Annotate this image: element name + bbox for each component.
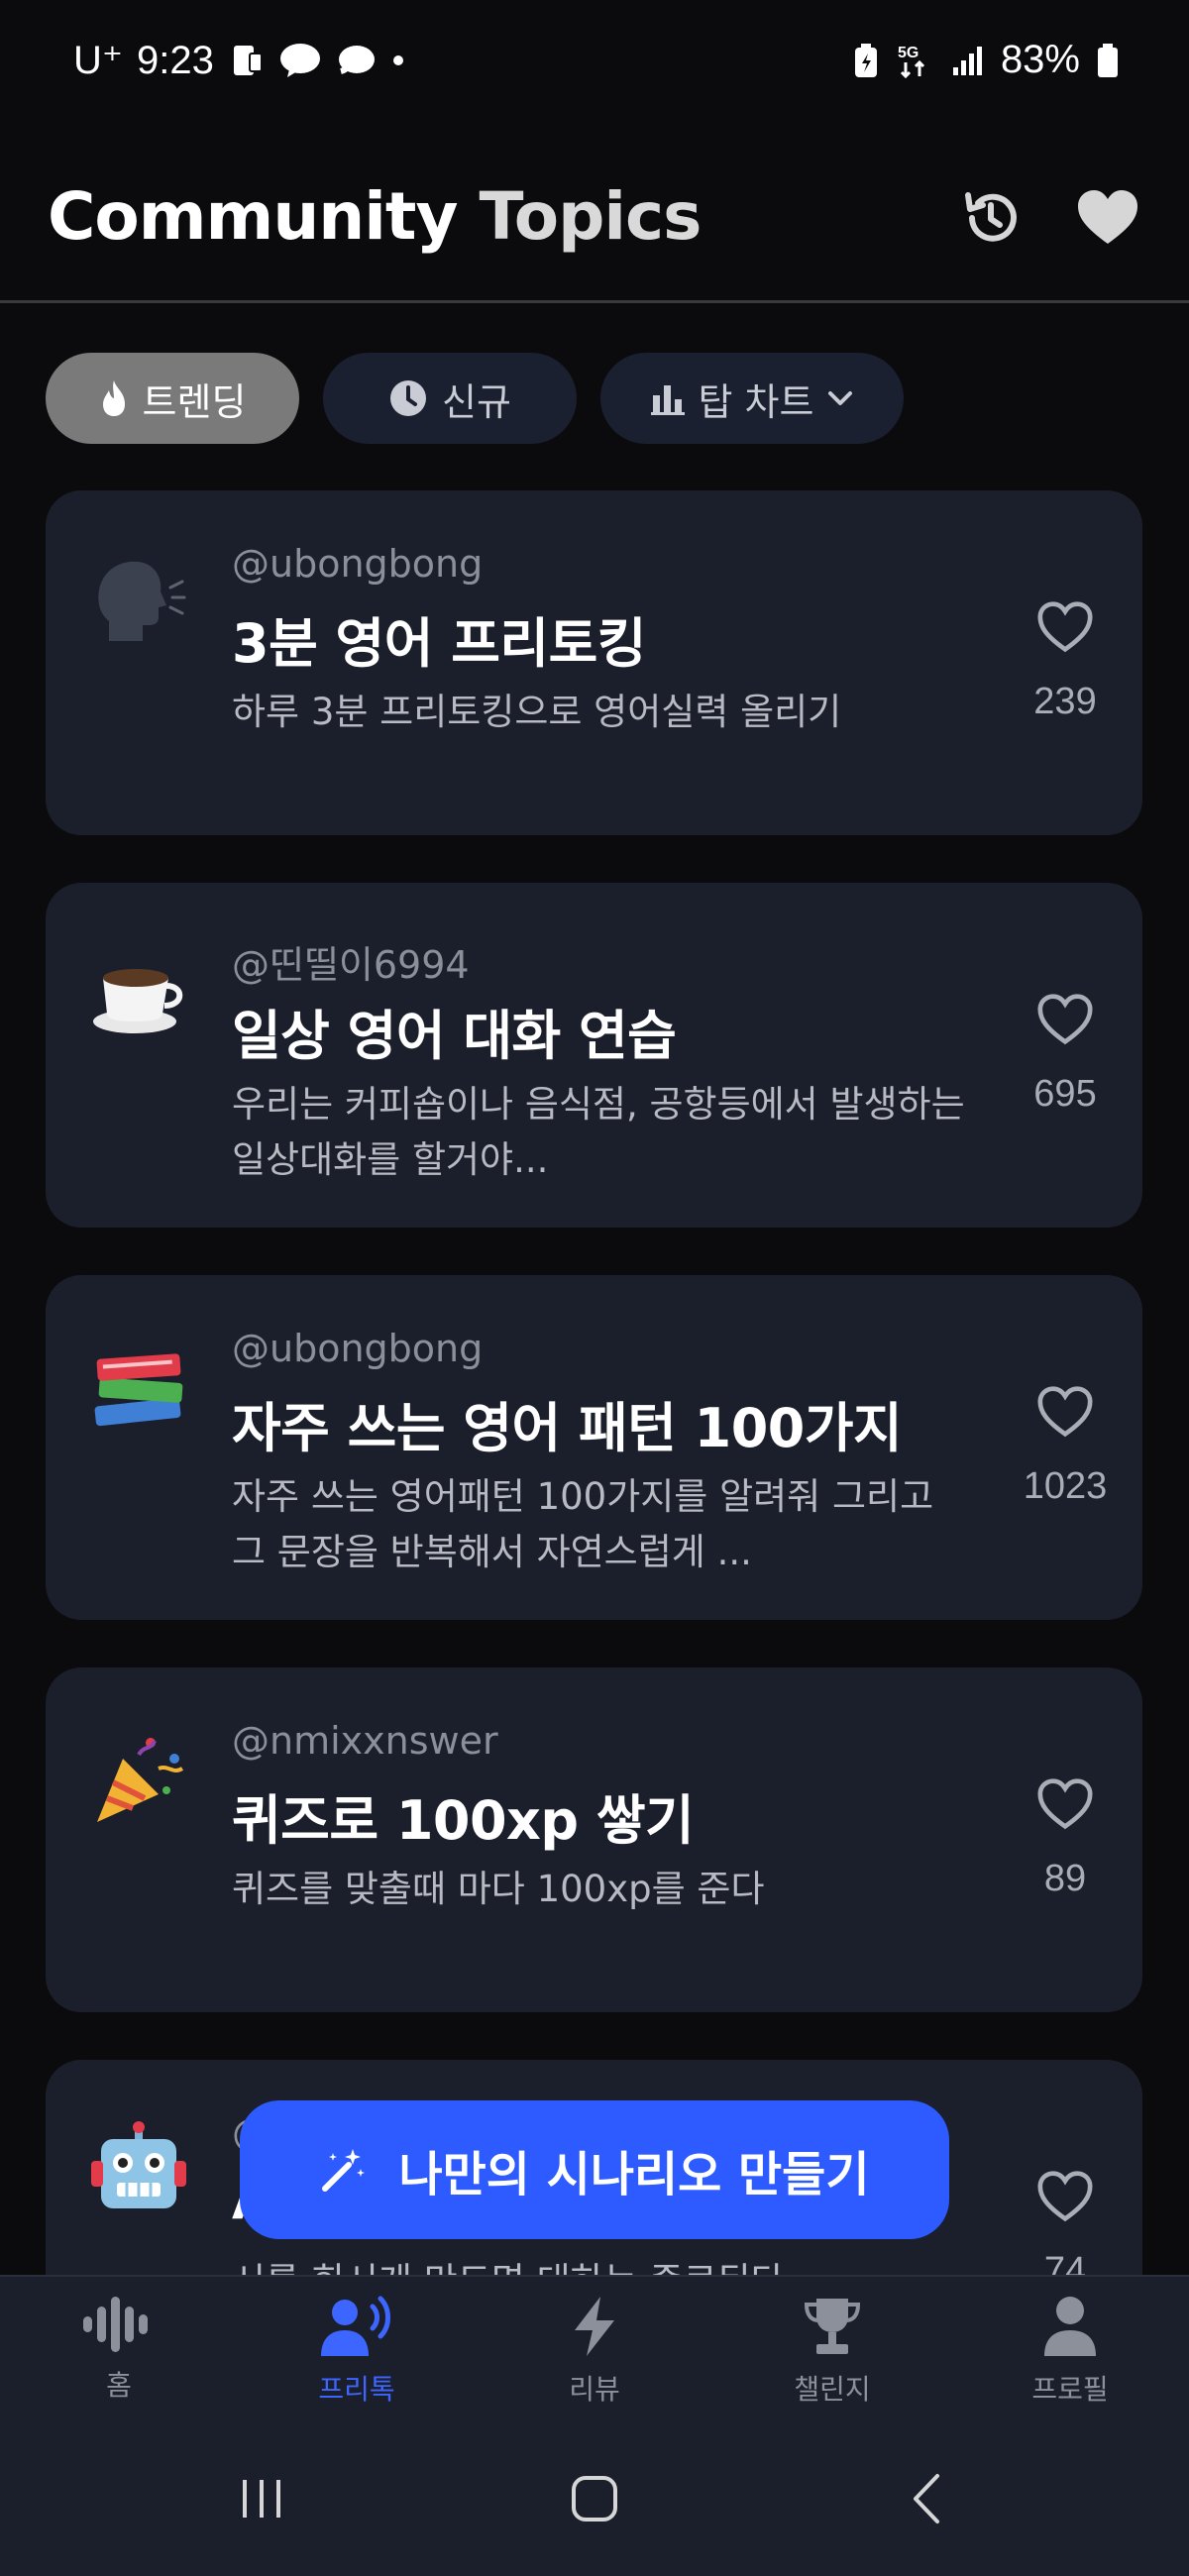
person-icon <box>1044 2297 1096 2356</box>
system-nav-bar <box>0 2421 1189 2576</box>
topic-title: 자주 쓰는 영어 패턴 100가지 <box>232 1397 903 1459</box>
recent-apps-button[interactable] <box>222 2467 301 2530</box>
history-icon <box>965 192 1017 242</box>
heart-outline-icon <box>1037 1778 1093 1830</box>
nav-item-challenge[interactable]: 챌린지 <box>753 2295 912 2408</box>
status-right: 5G 83% <box>852 38 1120 82</box>
topic-description: 자주 쓰는 영어패턴 100가지를 알려줘 그리고 그 문장을 반복해서 자연스… <box>232 1475 934 1573</box>
thread-message-icon <box>335 42 377 79</box>
nav-label: 프리톡 <box>318 2373 395 2406</box>
history-button[interactable] <box>953 180 1028 256</box>
carrier-label: U⁺ <box>73 39 123 82</box>
speaking-head-icon <box>89 552 188 651</box>
nav-item-freetalk[interactable]: 프리톡 <box>277 2295 436 2408</box>
speaking-person-icon <box>321 2296 390 2356</box>
status-left: U⁺ 9:23 <box>73 38 406 83</box>
like-count: 695 <box>1033 1073 1097 1115</box>
back-button[interactable] <box>888 2467 967 2530</box>
app-header: Community Topics <box>0 129 1189 303</box>
create-scenario-button[interactable]: 나만의 시나리오 만들기 <box>240 2100 949 2239</box>
topic-author[interactable]: @nmixxnswer <box>232 1719 498 1763</box>
recent-apps-icon <box>243 2480 280 2518</box>
network-5g-icon: 5G <box>896 41 935 80</box>
page-title-part1: Community <box>48 178 458 255</box>
like-control[interactable]: 239 <box>997 599 1134 723</box>
phone-notification-icon <box>228 42 266 79</box>
like-count: 239 <box>1033 681 1097 722</box>
status-bar: U⁺ 9:23 5G 83% <box>0 0 1189 129</box>
like-control[interactable]: 695 <box>997 992 1134 1116</box>
topic-description: 우리는 커피숍이나 음식점, 공항등에서 발생하는 일상대화를 할거야... <box>232 1083 965 1181</box>
like-count: 89 <box>1043 1858 1087 1899</box>
lightning-icon <box>575 2297 614 2356</box>
create-scenario-label: 나만의 시나리오 만들기 <box>398 2147 870 2202</box>
topic-title: 퀴즈로 100xp 쌓기 <box>232 1789 695 1852</box>
like-control[interactable]: 1023 <box>997 1384 1134 1508</box>
page-title-part2: Topics <box>479 178 703 255</box>
robot-icon <box>89 2121 188 2220</box>
svg-text:5G: 5G <box>898 45 919 61</box>
favorites-button[interactable] <box>1070 180 1145 256</box>
heart-filled-icon <box>1078 190 1137 244</box>
nav-item-home[interactable]: 홈 <box>40 2295 198 2404</box>
topic-author[interactable]: @띤띨이6994 <box>232 934 470 989</box>
topic-card[interactable]: @nmixxnswer 퀴즈로 100xp 쌓기 퀴즈를 맞출때 마다 100x… <box>46 1667 1142 2012</box>
page-title: Community Topics <box>48 178 703 255</box>
more-notifications-dot-icon <box>390 53 406 68</box>
nav-label: 프로필 <box>1031 2373 1109 2406</box>
topic-title: 일상 영어 대화 연습 <box>232 1005 677 1067</box>
like-control[interactable]: 89 <box>997 1776 1134 1900</box>
waveform-icon <box>83 2297 148 2352</box>
trophy-icon <box>804 2299 861 2354</box>
flame-icon <box>102 380 125 416</box>
heart-outline-icon <box>1037 994 1093 1045</box>
topic-author[interactable]: @ubongbong <box>232 542 483 586</box>
nav-label: 홈 <box>106 2369 132 2402</box>
filter-chip-label: 탑 차트 <box>698 379 814 424</box>
topic-card[interactable]: @ubongbong 자주 쓰는 영어 패턴 100가지 자주 쓰는 영어패턴 … <box>46 1275 1142 1620</box>
topic-card[interactable]: @띤띨이6994 일상 영어 대화 연습 우리는 커피숍이나 음식점, 공항등에… <box>46 883 1142 1228</box>
clock-time: 9:23 <box>137 38 214 82</box>
home-button[interactable] <box>555 2467 634 2530</box>
heart-outline-icon <box>1037 2171 1093 2222</box>
filter-chips: 트렌딩 신규 탑 차트 <box>46 353 904 444</box>
topic-card[interactable]: @ubongbong 3분 영어 프리토킹 하루 3분 프리토킹으로 영어실력 … <box>46 490 1142 835</box>
heart-outline-icon <box>1037 1386 1093 1438</box>
bottom-nav: 홈 프리톡 리뷰 챌린지 프로필 <box>0 2275 1189 2421</box>
filter-chip-new[interactable]: 신규 <box>323 353 577 444</box>
books-icon <box>89 1337 188 1436</box>
like-count: 1023 <box>1023 1465 1108 1507</box>
nav-item-profile[interactable]: 프로필 <box>991 2295 1149 2408</box>
filter-chip-trending[interactable]: 트렌딩 <box>46 353 299 444</box>
chevron-down-icon <box>828 391 853 405</box>
heart-outline-icon <box>1037 601 1093 653</box>
home-square-icon <box>572 2476 617 2522</box>
clock-icon <box>390 380 427 416</box>
topic-description: 퀴즈를 맞출때 마다 100xp를 준다 <box>232 1868 765 1910</box>
bar-chart-icon <box>650 385 685 415</box>
signal-strength-icon <box>951 44 985 77</box>
coffee-cup-icon <box>89 944 188 1043</box>
filter-chip-top-chart[interactable]: 탑 차트 <box>600 353 904 444</box>
back-chevron-icon <box>914 2474 939 2523</box>
magic-wand-icon <box>322 2149 366 2192</box>
talk-message-icon <box>279 42 321 79</box>
topic-author[interactable]: @ubongbong <box>232 1327 483 1370</box>
battery-percent: 83% <box>1000 38 1080 81</box>
filter-chip-label: 신규 <box>442 379 511 424</box>
battery-saver-icon <box>852 42 880 79</box>
battery-icon <box>1096 42 1120 79</box>
topic-title: 3분 영어 프리토킹 <box>232 612 646 675</box>
topic-description: 하루 3분 프리토킹으로 영어실력 올리기 <box>232 691 842 733</box>
nav-item-review[interactable]: 리뷰 <box>515 2295 674 2408</box>
nav-label: 챌린지 <box>794 2373 871 2406</box>
filter-chip-label: 트렌딩 <box>142 379 247 424</box>
party-popper-icon <box>89 1729 188 1828</box>
nav-label: 리뷰 <box>569 2373 620 2406</box>
